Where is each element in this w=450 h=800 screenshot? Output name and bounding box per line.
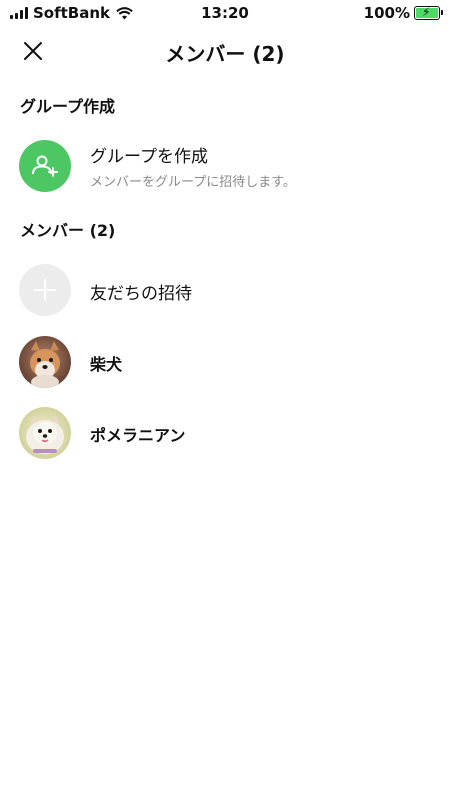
status-bar: SoftBank 13:20 100% ⚡ <box>0 0 450 26</box>
member-row[interactable]: ポメラニアン <box>0 405 450 461</box>
member-text: ポメラニアン <box>90 422 185 446</box>
member-row[interactable]: 柴犬 <box>0 334 450 390</box>
member-section-label: メンバー (2) <box>20 221 116 240</box>
invite-avatar <box>19 264 71 316</box>
create-group-row[interactable]: グループを作成 メンバーをグループに招待します。 <box>0 136 450 196</box>
create-group-title: グループを作成 <box>90 147 208 167</box>
create-group-avatar <box>19 140 71 192</box>
battery-percent: 100% <box>363 4 410 22</box>
invite-label: 友だちの招待 <box>90 284 192 304</box>
invite-friends-row[interactable]: 友だちの招待 <box>0 262 450 318</box>
header: メンバー (2) <box>0 26 450 76</box>
page-title: メンバー (2) <box>165 42 285 66</box>
add-group-icon <box>32 155 58 177</box>
create-group-text: グループを作成 メンバーをグループに招待します。 <box>90 142 296 190</box>
group-section-label: グループ作成 <box>20 97 116 116</box>
invite-text: 友だちの招待 <box>90 279 192 304</box>
charging-bolt-icon: ⚡ <box>422 5 431 19</box>
status-right: 100% ⚡ <box>363 4 443 22</box>
member-name: ポメラニアン <box>90 426 186 445</box>
create-group-subtitle: メンバーをグループに招待します。 <box>90 175 296 190</box>
battery-icon: ⚡ <box>414 5 443 20</box>
shiba-inu-photo <box>19 336 71 388</box>
battery-nub <box>441 10 443 15</box>
plus-icon <box>34 279 56 301</box>
members-screen: SoftBank 13:20 100% ⚡ メンバー (2) グループ作成 グル… <box>0 0 450 800</box>
member-avatar-pomeranian <box>19 407 71 459</box>
member-avatar-shiba <box>19 336 71 388</box>
member-text: 柴犬 <box>90 351 122 375</box>
pomeranian-photo <box>19 407 71 459</box>
member-name: 柴犬 <box>90 355 123 374</box>
